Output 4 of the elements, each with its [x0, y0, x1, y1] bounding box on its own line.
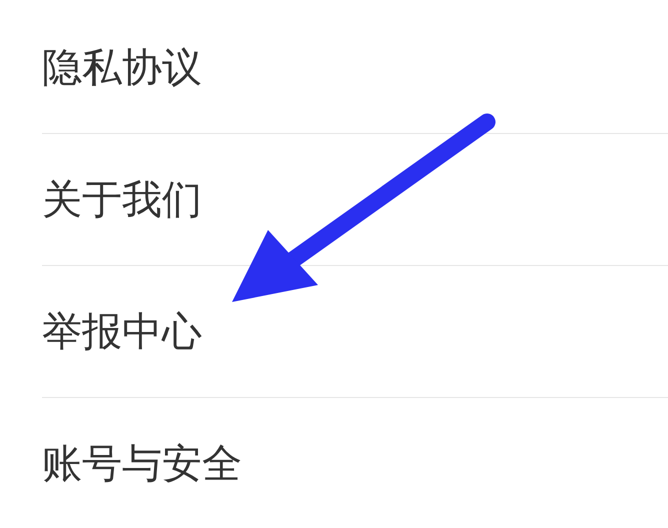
menu-item[interactable]: 账号与安全: [42, 440, 242, 488]
menu-item[interactable]: 关于我们: [42, 176, 202, 224]
menu-item[interactable]: 举报中心: [42, 308, 202, 356]
menu-item[interactable]: 隐私协议: [42, 44, 202, 92]
